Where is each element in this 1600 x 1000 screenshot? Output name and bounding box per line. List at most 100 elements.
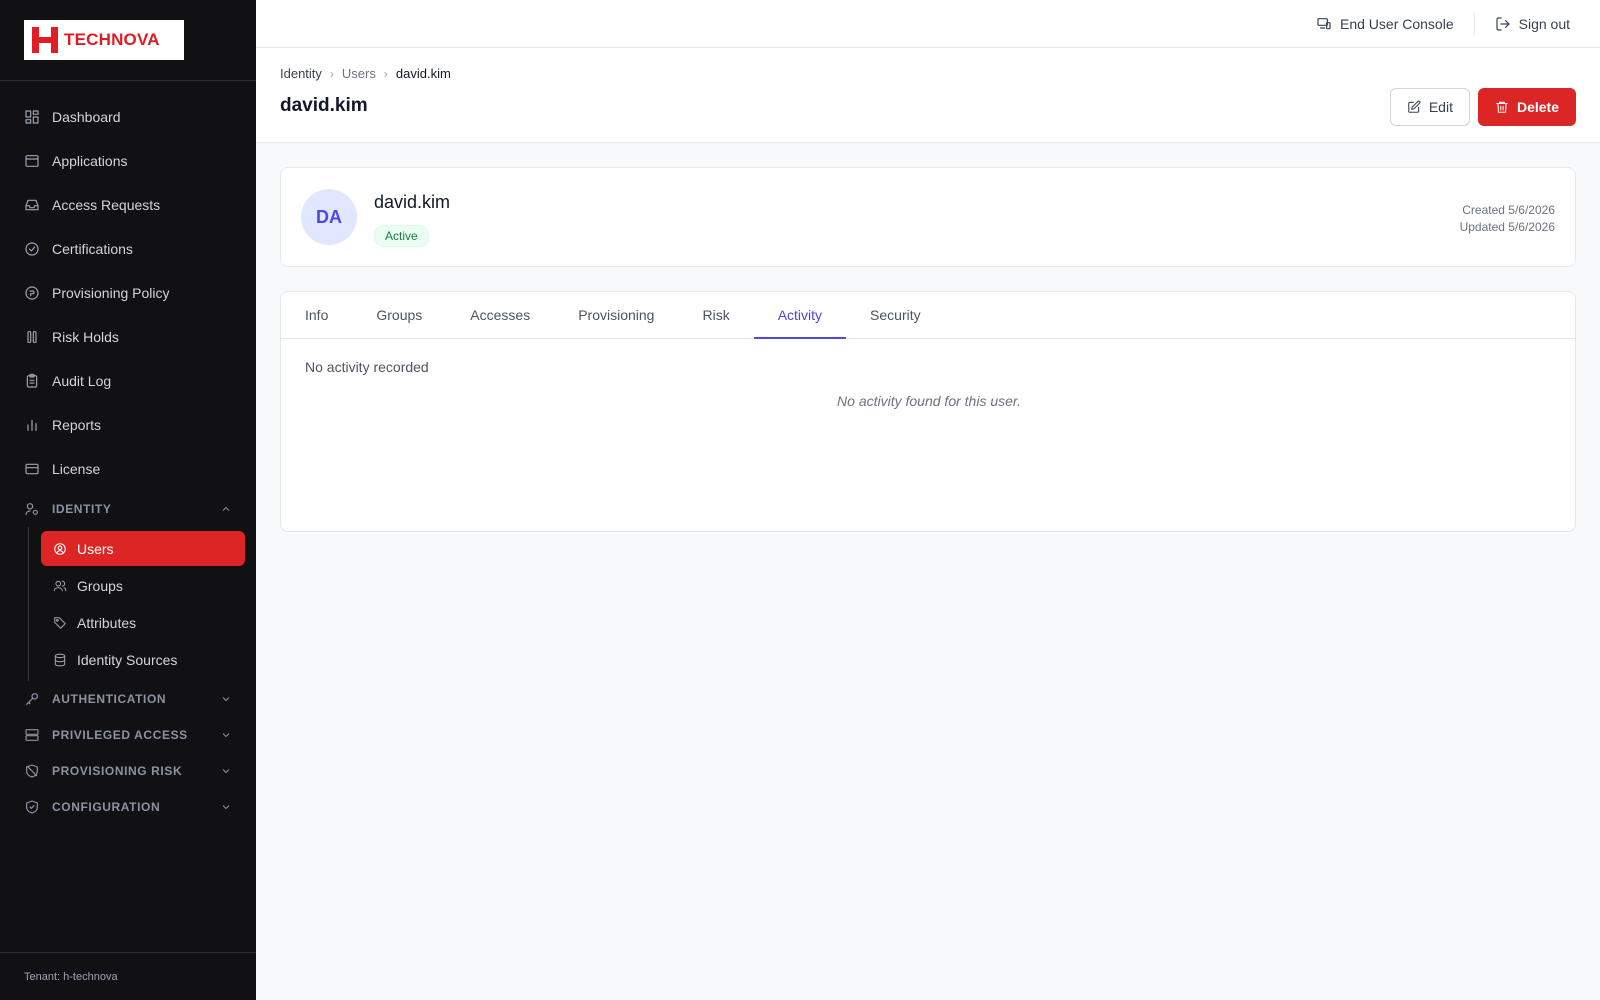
sidebar-item-reports[interactable]: Reports [0,403,256,447]
breadcrumb: Identity › Users › david.kim [280,66,1576,81]
chevron-down-icon [222,733,230,738]
tab-bar: Info Groups Accesses Provisioning Risk A… [281,292,1575,339]
sidebar-item-label: Risk Holds [52,329,119,345]
sign-out-link[interactable]: Sign out [1495,16,1570,32]
tab-activity[interactable]: Activity [753,292,847,339]
logo-area: TECHNOVA [0,0,256,81]
page-actions: Edit Delete [1389,88,1576,126]
bar-chart-icon [27,419,37,431]
tag-icon [54,616,66,629]
user-name: david.kim [374,192,451,212]
sidebar-item-label: Groups [77,577,123,594]
pause-icon [27,331,37,343]
section-label: CONFIGURATION [52,800,161,814]
user-profile-card: DA david.kim Active Created 5/6/2026 Upd… [280,167,1576,267]
brand-mark-icon [32,27,58,53]
activity-panel: No activity recorded [281,339,1575,395]
chevron-up-icon [222,506,230,511]
tab-provisioning[interactable]: Provisioning [554,292,678,338]
sidebar-item-license[interactable]: License [0,447,256,491]
sidebar-item-label: Users [77,540,114,557]
sidebar-item-dashboard[interactable]: Dashboard [0,95,256,139]
user-meta: Created 5/6/2026 Updated 5/6/2026 [1460,202,1555,236]
tab-info[interactable]: Info [281,292,352,338]
topbar: End User Console Sign out [256,0,1600,48]
sidebar-item-label: Dashboard [52,109,121,125]
section-label: AUTHENTICATION [52,692,167,706]
sidebar-item-provisioning-policy[interactable]: Provisioning Policy [0,271,256,315]
sidebar-item-risk-holds[interactable]: Risk Holds [0,315,256,359]
tenant-label: Tenant: h-technova [0,952,256,1000]
sidebar-item-identity-sources[interactable]: Identity Sources [41,642,245,677]
user-details-tabs-card: Info Groups Accesses Provisioning Risk A… [280,291,1576,532]
breadcrumb-separator-icon: › [329,66,334,81]
breadcrumb-current: david.kim [395,66,451,81]
edit-button[interactable]: Edit [1389,88,1470,126]
section-identity[interactable]: IDENTITY [0,491,256,527]
page-header: Identity › Users › david.kim david.kim E… [256,48,1600,143]
end-user-console-link[interactable]: End User Console [1316,16,1454,32]
chevron-down-icon [222,805,230,810]
shield-off-icon [26,764,38,778]
inbox-icon [25,199,39,211]
sidebar: TECHNOVA Dashboard Applications Access R… [0,0,256,1000]
sidebar-item-audit-log[interactable]: Audit Log [0,359,256,403]
trash-icon [1496,101,1508,113]
updated-date: Updated 5/6/2026 [1459,220,1555,234]
clipboard-icon [26,373,38,388]
sidebar-item-label: Identity Sources [77,651,178,668]
activity-heading: No activity recorded [305,359,429,375]
empty-state-message: No activity found for this user. [837,393,1021,409]
tab-risk[interactable]: Risk [678,292,753,338]
section-label: IDENTITY [52,502,112,516]
section-label: PROVISIONING RISK [52,764,183,778]
tab-security[interactable]: Security [846,292,945,338]
sign-out-icon [1496,16,1510,31]
applications-icon [25,155,39,167]
sidebar-item-label: Access Requests [52,197,161,213]
chevron-down-icon [222,697,230,702]
sidebar-item-label: License [52,461,101,477]
section-label: PRIVILEGED ACCESS [52,728,188,742]
sidebar-item-label: Reports [52,417,102,433]
sidebar-item-certifications[interactable]: Certifications [0,227,256,271]
section-privileged-access[interactable]: PRIVILEGED ACCESS [0,717,256,753]
avatar: DA [301,189,357,245]
end-user-console-label: End User Console [1340,15,1454,32]
sidebar-nav: Dashboard Applications Access Requests C… [0,81,256,825]
section-authentication[interactable]: AUTHENTICATION [0,681,256,717]
user-cog-icon [25,503,38,515]
dashboard-icon [25,110,39,124]
chevron-down-icon [222,769,230,774]
breadcrumb-users[interactable]: Users [342,66,376,81]
user-circle-icon [54,542,66,555]
sign-out-label: Sign out [1518,15,1570,32]
tab-groups[interactable]: Groups [352,292,446,338]
sidebar-item-attributes[interactable]: Attributes [41,605,245,640]
topbar-divider [1473,12,1475,35]
check-circle-icon [25,242,39,256]
brand-name: TECHNOVA [64,30,160,49]
breadcrumb-identity[interactable]: Identity [280,66,322,81]
users-icon [53,580,67,591]
devices-icon [1317,17,1331,29]
sidebar-item-users[interactable]: Users [41,531,245,566]
section-provisioning-risk[interactable]: PROVISIONING RISK [0,753,256,789]
brand-logo[interactable]: TECHNOVA [24,20,184,60]
created-date: Created 5/6/2026 [1462,203,1555,217]
section-configuration[interactable]: CONFIGURATION [0,789,256,825]
sidebar-item-label: Audit Log [52,373,112,389]
policy-icon [25,286,39,300]
identity-submenu: Users Groups Attributes Identity Sources [28,527,256,681]
sidebar-item-label: Applications [52,153,128,169]
sidebar-item-applications[interactable]: Applications [0,139,256,183]
delete-button[interactable]: Delete [1477,88,1576,126]
delete-button-label: Delete [1516,99,1559,115]
sidebar-item-groups[interactable]: Groups [41,568,245,603]
sidebar-item-access-requests[interactable]: Access Requests [0,183,256,227]
sidebar-item-label: Provisioning Policy [52,285,170,301]
tab-accesses[interactable]: Accesses [446,292,554,338]
database-icon [54,653,66,666]
key-icon [26,693,38,705]
edit-button-label: Edit [1428,99,1453,115]
